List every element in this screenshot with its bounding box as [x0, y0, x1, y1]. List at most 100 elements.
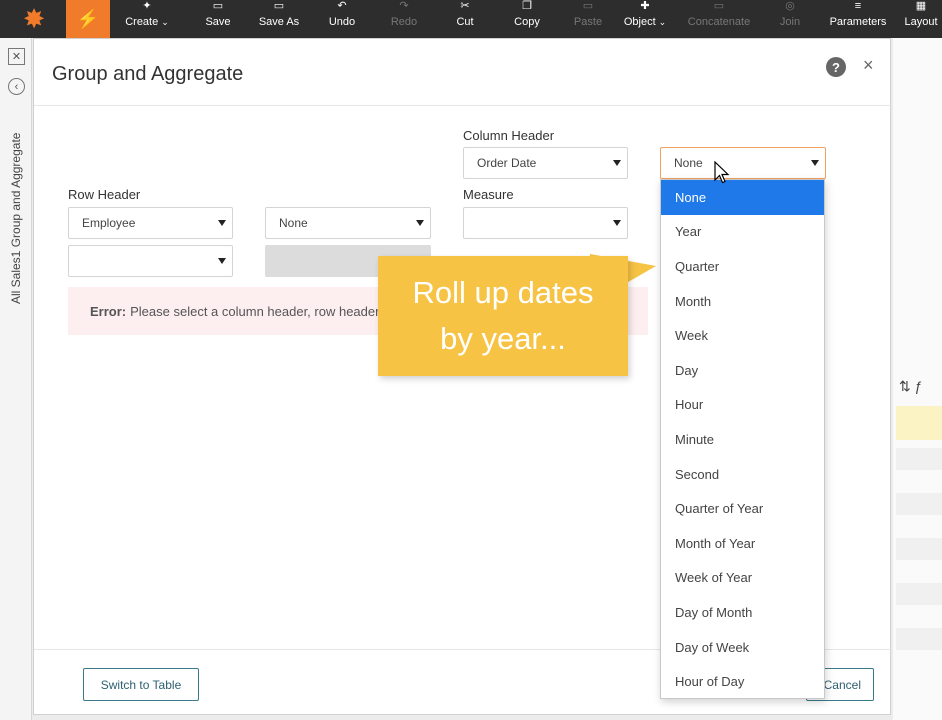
dropdown-option[interactable]: None — [661, 180, 824, 215]
toolbar-cut-button[interactable]: ✂ Cut — [456, 0, 473, 38]
main-toolbar: ✸ ⚡ ✦ Create ⌄ ▭ Save ▭ Save As ↶ Undo ↷ Redo ✂ Cut ❐… — [0, 0, 942, 38]
toolbar-item-label: Concatenate — [687, 16, 751, 28]
table-row — [896, 538, 942, 560]
undo-icon: ↶ — [337, 0, 347, 12]
toolbar-save-button[interactable]: ▭ Save — [205, 0, 230, 38]
table-row — [896, 628, 942, 650]
dropdown-option[interactable]: Year — [661, 215, 824, 250]
create-icon: ✦ — [142, 0, 152, 12]
date-grouping-value: None — [674, 156, 703, 170]
date-grouping-select[interactable]: None — [660, 147, 826, 179]
cut-icon: ✂ — [460, 0, 470, 12]
chevron-down-icon — [811, 160, 819, 166]
app-logo-icon[interactable]: ✸ — [14, 0, 54, 38]
table-row — [896, 493, 942, 515]
row-header-label: Row Header — [68, 187, 141, 202]
switch-to-table-button[interactable]: Switch to Table — [83, 668, 199, 701]
dropdown-option[interactable]: Quarter — [661, 249, 824, 284]
toolbar-copy-button[interactable]: ❐ Copy — [514, 0, 540, 38]
header-divider — [34, 105, 892, 106]
date-grouping-dropdown-list: None Year Quarter Month Week Day Hour Minute Sec… — [660, 179, 825, 699]
toolbar-item-label: Join — [779, 16, 801, 28]
toolbar-item-label: Undo — [328, 16, 356, 28]
dropdown-option[interactable]: Day of Month — [661, 595, 824, 630]
toolbar-item-label: Copy — [514, 16, 540, 28]
object-icon: ✚ — [640, 0, 650, 12]
column-header-label: Column Header — [463, 128, 555, 143]
save-icon: ▭ — [212, 0, 224, 12]
dropdown-option[interactable]: Week of Year — [661, 561, 824, 596]
left-side-panel: ✕ ‹ All Sales1 Group and Aggregate — [0, 38, 32, 720]
row-header-grouping-value: None — [279, 216, 308, 230]
tutorial-callout: Roll up dates by year... — [378, 256, 628, 376]
row-header-field-select[interactable]: Employee — [68, 207, 233, 239]
toolbar-item-label: Paste — [573, 16, 603, 28]
toolbar-item-label: Save As — [258, 16, 300, 28]
chevron-down-icon — [416, 220, 424, 226]
toolbar-item-label: Parameters — [829, 16, 887, 28]
dropdown-option[interactable]: Month of Year — [661, 526, 824, 561]
row-header-second-field-select[interactable] — [68, 245, 233, 277]
toolbar-parameters-button[interactable]: ≡ Parameters — [830, 0, 887, 38]
dropdown-option[interactable]: Day — [661, 353, 824, 388]
dropdown-option[interactable]: Quarter of Year — [661, 491, 824, 526]
table-row — [896, 583, 942, 605]
toolbar-item-label: Create — [125, 16, 159, 28]
table-row — [896, 448, 942, 470]
callout-line-1: Roll up dates — [412, 275, 594, 310]
background-grid-peek: ⇅ ƒ — [893, 38, 942, 720]
chevron-down-icon: ⌄ — [658, 17, 667, 27]
back-arrow-icon[interactable]: ‹ — [8, 78, 25, 95]
dropdown-option[interactable]: Day of Week — [661, 630, 824, 665]
concatenate-icon: ▭ — [713, 0, 725, 12]
dropdown-option[interactable]: Hour of Day — [661, 664, 824, 699]
row-header-grouping-select[interactable]: None — [265, 207, 431, 239]
toolbar-item-label: Object — [623, 16, 656, 28]
dropdown-option[interactable]: Month — [661, 284, 824, 319]
toolbar-undo-button[interactable]: ↶ Undo — [329, 0, 355, 38]
join-icon: ◎ — [785, 0, 795, 12]
toolbar-object-button[interactable]: ✚ Object ⌄ — [624, 0, 666, 38]
chevron-down-icon — [218, 220, 226, 226]
layout-icon: ▦ — [915, 0, 927, 12]
callout-line-2: by year... — [440, 321, 566, 356]
toolbar-layout-button[interactable]: ▦ Layout — [904, 0, 937, 38]
close-icon[interactable]: × — [863, 55, 874, 76]
toolbar-save-as-button[interactable]: ▭ Save As — [259, 0, 299, 38]
chevron-down-icon: ⌄ — [161, 17, 169, 27]
sort-function-icons: ⇅ ƒ — [899, 378, 923, 394]
parameters-icon: ≡ — [854, 0, 862, 12]
chevron-down-icon — [218, 258, 226, 264]
toolbar-join-button: ◎ Join — [780, 0, 800, 38]
toolbar-redo-button: ↷ Redo — [391, 0, 417, 38]
dropdown-option[interactable]: Minute — [661, 422, 824, 457]
help-icon[interactable]: ? — [826, 57, 846, 77]
toolbar-item-label: Save — [205, 16, 231, 28]
toolbar-item-label: Layout — [904, 16, 938, 28]
close-panel-icon[interactable]: ✕ — [8, 48, 25, 65]
error-label: Error: — [90, 303, 127, 319]
dropdown-option[interactable]: Second — [661, 457, 824, 492]
paste-icon: ▭ — [582, 0, 594, 12]
measure-label: Measure — [463, 187, 514, 202]
toolbar-create-button[interactable]: ✦ Create ⌄ — [125, 0, 169, 38]
redo-icon: ↷ — [399, 0, 409, 12]
toolbar-concatenate-button: ▭ Concatenate — [688, 0, 750, 38]
column-header-field-select[interactable]: Order Date — [463, 147, 628, 179]
dropdown-option[interactable]: Hour — [661, 388, 824, 423]
highlighted-row — [896, 406, 942, 440]
chevron-down-icon — [613, 160, 621, 166]
mouse-cursor-icon — [714, 161, 730, 184]
panel-vertical-label: All Sales1 Group and Aggregate — [9, 132, 23, 304]
app-logo-badge-icon[interactable]: ⚡ — [66, 0, 110, 38]
dialog-title: Group and Aggregate — [52, 63, 244, 85]
dropdown-option[interactable]: Week — [661, 318, 824, 353]
row-header-field-value: Employee — [82, 216, 136, 230]
toolbar-paste-button: ▭ Paste — [574, 0, 602, 38]
column-header-field-value: Order Date — [477, 156, 537, 170]
copy-icon: ❐ — [522, 0, 532, 12]
chevron-down-icon — [613, 220, 621, 226]
measure-select[interactable] — [463, 207, 628, 239]
toolbar-item-label: Redo — [390, 16, 418, 28]
toolbar-item-label: Cut — [456, 16, 474, 28]
